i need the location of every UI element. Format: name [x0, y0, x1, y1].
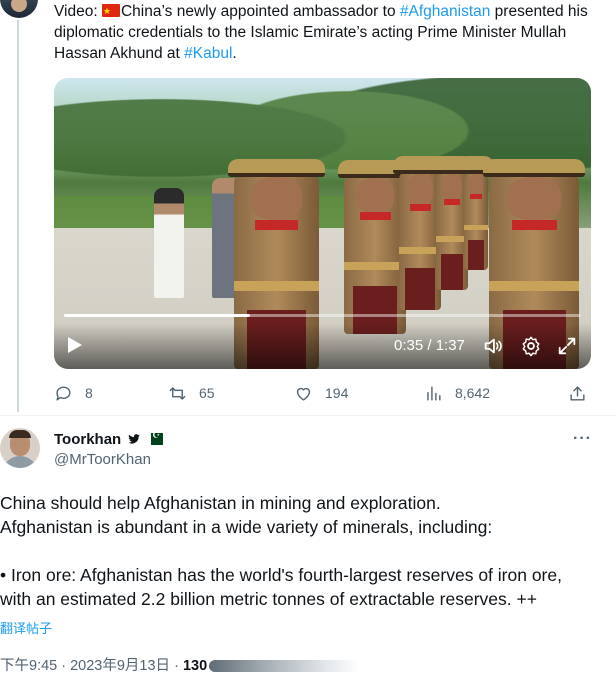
reply-count: 8 [85, 385, 93, 401]
twitter-bird-icon [128, 434, 141, 444]
video-progress-fill [64, 314, 251, 317]
author-handle[interactable]: @MrToorKhan [54, 451, 151, 468]
tweet-action-bar: 8 65 194 8,642 [54, 382, 594, 404]
tweet-body-line: • Iron ore: Afghanistan has the world's … [0, 565, 562, 585]
views-partial: 130 [182, 658, 208, 674]
video-player[interactable]: 0:35 / 1:37 [54, 78, 591, 369]
china-flag-icon [101, 1, 120, 22]
tweet-text: Video: China’s newly appointed ambassado… [54, 1, 606, 64]
view-count: 8,642 [455, 385, 491, 401]
video-progress-bar[interactable] [64, 314, 581, 317]
share-button[interactable] [568, 382, 587, 404]
volume-icon[interactable] [482, 335, 504, 357]
share-icon [570, 385, 585, 401]
tweet-body-line: with an estimated 2.2 billion metric ton… [0, 589, 537, 609]
settings-icon[interactable] [520, 335, 542, 357]
fullscreen-icon[interactable] [556, 335, 578, 357]
like-button[interactable]: 194 [294, 382, 348, 404]
like-icon [296, 387, 311, 401]
views-blurred [209, 660, 360, 673]
thread-line [17, 20, 19, 412]
tweet-timestamp[interactable]: 下午9:45 · 2023年9月13日 · [0, 658, 183, 674]
hashtag-afghanistan-link[interactable]: #Afghanistan [400, 3, 491, 20]
tweet-text-end: . [232, 45, 237, 62]
tweet-body-line: Afghanistan is abundant in a wide variet… [0, 517, 493, 537]
like-count: 194 [325, 385, 349, 401]
more-icon[interactable]: ··· [573, 430, 592, 448]
video-controls: 0:35 / 1:37 [54, 323, 591, 369]
tweet-meta: 下午9:45 · 2023年9月13日 · 130 [0, 654, 360, 675]
retweet-count: 65 [199, 385, 215, 401]
video-guard [393, 156, 447, 310]
parent-avatar[interactable] [0, 0, 38, 18]
views-button[interactable]: 8,642 [424, 382, 490, 404]
views-icon [427, 385, 441, 401]
retweet-icon [169, 386, 186, 400]
tweet-body: China should help Afghanistan in mining … [0, 491, 610, 611]
avatar[interactable] [0, 428, 40, 468]
video-person-white-robe [154, 188, 184, 298]
play-icon[interactable] [68, 337, 82, 353]
translate-post-link[interactable]: 翻译帖子 [0, 618, 52, 637]
author-name-row: Toorkhan [54, 430, 164, 448]
retweet-button[interactable]: 65 [168, 382, 215, 404]
hashtag-kabul-link[interactable]: #Kabul [184, 45, 232, 62]
tweet-body-line: China should help Afghanistan in mining … [0, 493, 441, 513]
pakistan-flag-icon [147, 430, 164, 445]
tweet-text-part1: China’s newly appointed ambassador to [120, 3, 400, 20]
video-guard [338, 160, 412, 334]
tweet-text-prefix: Video: [54, 3, 102, 20]
reply-icon [56, 385, 71, 401]
video-guard [458, 156, 494, 270]
tweet-divider [0, 415, 616, 416]
reply-button[interactable]: 8 [54, 382, 93, 404]
display-name[interactable]: Toorkhan [54, 431, 121, 448]
video-time: 0:35 / 1:37 [394, 337, 465, 354]
